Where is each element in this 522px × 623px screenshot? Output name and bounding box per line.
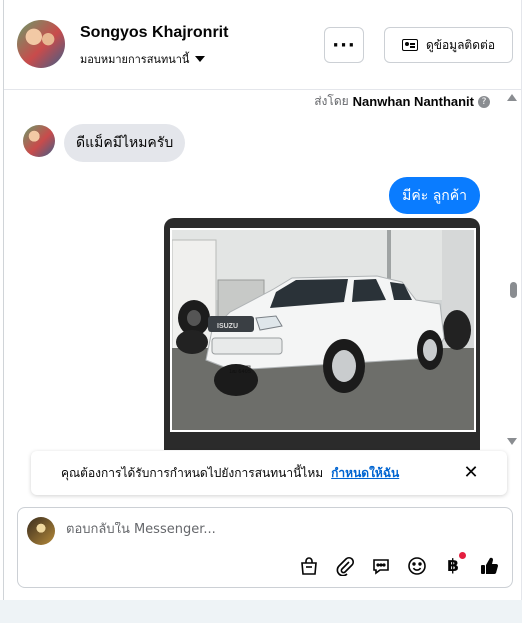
baht-icon[interactable]: ฿ bbox=[442, 552, 466, 577]
assign-to-me-link[interactable]: กำหนดให้ฉัน bbox=[331, 464, 399, 483]
more-button[interactable]: ··· bbox=[324, 27, 364, 63]
sent-by-prefix: ส่งโดย bbox=[314, 94, 349, 108]
assign-banner: คุณต้องการได้รับการกำหนดไปยังการสนทนานี้… bbox=[31, 451, 507, 495]
page-background bbox=[0, 600, 522, 623]
scrollbar[interactable] bbox=[507, 90, 521, 450]
paperclip-icon[interactable] bbox=[334, 555, 356, 577]
shopping-bag-icon[interactable] bbox=[298, 555, 320, 577]
message-list[interactable]: ส่งโดย Nanwhan Nanthanit ? ดีแม็คมีไหมคร… bbox=[4, 90, 522, 450]
sent-by-note: ส่งโดย Nanwhan Nanthanit ? bbox=[314, 92, 490, 111]
contact-name[interactable]: Songyos Khajronrit bbox=[80, 24, 228, 42]
thumbs-up-icon[interactable] bbox=[478, 555, 500, 577]
assign-banner-text: คุณต้องการได้รับการกำหนดไปยังการสนทนานี้… bbox=[61, 465, 324, 480]
image-message[interactable]: ISUZU 1ฒ 6405 bbox=[164, 218, 480, 450]
scroll-up-icon[interactable] bbox=[507, 94, 517, 101]
close-icon[interactable]: ✕ bbox=[461, 463, 481, 483]
notification-dot bbox=[459, 552, 466, 559]
conversation-header: Songyos Khajronrit มอบหมายการสนทนานี้ ··… bbox=[4, 0, 522, 90]
sender-avatar bbox=[23, 125, 55, 157]
reply-input[interactable] bbox=[66, 522, 366, 537]
incoming-message-text: ดีแม็คมีไหมครับ bbox=[76, 135, 174, 151]
truck-photo[interactable]: ISUZU 1ฒ 6405 bbox=[170, 228, 476, 432]
license-plate: 1ฒ 6405 bbox=[229, 369, 251, 375]
composer-toolbar: ฿ bbox=[298, 552, 500, 577]
chevron-down-icon bbox=[195, 56, 206, 62]
emoji-icon[interactable] bbox=[406, 555, 428, 577]
incoming-message-bubble[interactable]: ดีแม็คมีไหมครับ bbox=[64, 124, 186, 162]
vehicle-badge: ISUZU bbox=[217, 323, 238, 330]
assign-label: มอบหมายการสนทนานี้ bbox=[80, 53, 190, 66]
reply-composer: ฿ bbox=[17, 507, 513, 588]
contact-info-button[interactable]: ดูข้อมูลติดต่อ bbox=[384, 27, 513, 63]
assign-dropdown[interactable]: มอบหมายการสนทนานี้ bbox=[80, 50, 206, 68]
outgoing-message-bubble[interactable]: มีค่ะ ลูกค้า bbox=[389, 177, 480, 214]
truck-illustration: ISUZU 1ฒ 6405 bbox=[172, 230, 474, 430]
contact-card-icon bbox=[401, 39, 418, 51]
help-icon[interactable]: ? bbox=[478, 95, 490, 108]
scroll-down-icon[interactable] bbox=[507, 438, 517, 445]
saved-replies-icon[interactable] bbox=[370, 555, 392, 577]
conversation-panel: Songyos Khajronrit มอบหมายการสนทนานี้ ··… bbox=[4, 0, 522, 600]
sent-by-name: Nanwhan Nanthanit bbox=[352, 94, 474, 109]
page-avatar bbox=[27, 517, 55, 545]
more-icon: ··· bbox=[332, 34, 356, 56]
contact-avatar[interactable] bbox=[17, 20, 65, 68]
contact-info-label: ดูข้อมูลติดต่อ bbox=[425, 37, 496, 52]
baht-symbol: ฿ bbox=[447, 556, 459, 576]
scroll-thumb[interactable] bbox=[510, 282, 517, 298]
outgoing-message-text: มีค่ะ ลูกค้า bbox=[402, 187, 467, 204]
